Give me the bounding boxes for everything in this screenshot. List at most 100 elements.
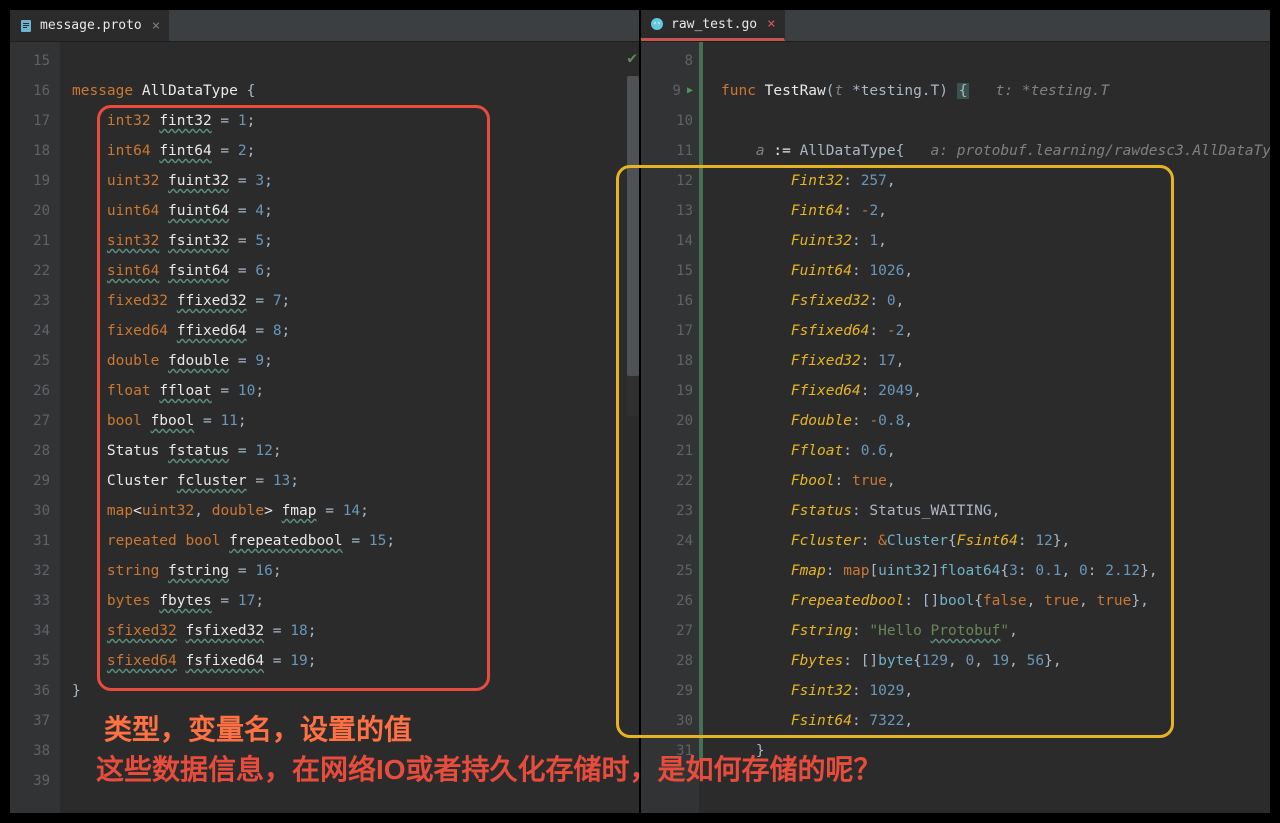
gutter-line-number: 36 bbox=[14, 676, 50, 706]
gutter-line-number: 29 bbox=[645, 676, 693, 706]
gutter-line-number: 25 bbox=[645, 556, 693, 586]
code-line[interactable]: bytes fbytes = 17; bbox=[72, 586, 639, 616]
code-line[interactable]: Fsint64: 7322, bbox=[711, 706, 1270, 736]
gutter-line-number: 21 bbox=[645, 436, 693, 466]
code-line[interactable]: fixed32 ffixed32 = 7; bbox=[72, 286, 639, 316]
gutter-line-number: 37 bbox=[14, 706, 50, 736]
code-line[interactable]: Cluster fcluster = 13; bbox=[72, 466, 639, 496]
code-line[interactable]: sfixed32 fsfixed32 = 18; bbox=[72, 616, 639, 646]
code-line[interactable]: sfixed64 fsfixed64 = 19; bbox=[72, 646, 639, 676]
code-line[interactable] bbox=[72, 736, 639, 766]
code-line[interactable]: sint64 fsint64 = 6; bbox=[72, 256, 639, 286]
code-line[interactable]: sint32 fsint32 = 5; bbox=[72, 226, 639, 256]
gutter-line-number: 23 bbox=[14, 286, 50, 316]
gutter-line-number: 26 bbox=[645, 586, 693, 616]
code-line[interactable]: Fbytes: []byte{129, 0, 19, 56}, bbox=[711, 646, 1270, 676]
file-icon bbox=[18, 18, 34, 34]
gutter-line-number: 38 bbox=[14, 736, 50, 766]
code-line[interactable]: float ffloat = 10; bbox=[72, 376, 639, 406]
code-line[interactable] bbox=[711, 46, 1270, 76]
code-line[interactable]: Ffixed32: 17, bbox=[711, 346, 1270, 376]
right-code-area[interactable]: func TestRaw(t *testing.T) { t: *testing… bbox=[699, 42, 1270, 813]
code-line[interactable]: a := AllDataType{ a: protobuf.learning/r… bbox=[711, 136, 1270, 166]
code-line[interactable]: int32 fint32 = 1; bbox=[72, 106, 639, 136]
left-code-area[interactable]: ✔ message AllDataType { int32 fint32 = 1… bbox=[60, 42, 639, 813]
code-line[interactable] bbox=[711, 106, 1270, 136]
gutter-line-number: 20 bbox=[14, 196, 50, 226]
code-line[interactable]: Fstatus: Status_WAITING, bbox=[711, 496, 1270, 526]
scrollbar-thumb[interactable] bbox=[627, 76, 639, 376]
gutter-line-number: 10 bbox=[645, 106, 693, 136]
code-line[interactable]: fixed64 ffixed64 = 8; bbox=[72, 316, 639, 346]
code-line[interactable]: map<uint32, double> fmap = 14; bbox=[72, 496, 639, 526]
code-line[interactable] bbox=[72, 46, 639, 76]
code-line[interactable]: Fbool: true, bbox=[711, 466, 1270, 496]
tab-message-proto[interactable]: message.proto × bbox=[10, 10, 169, 41]
code-line[interactable]: Fmap: map[uint32]float64{3: 0.1, 0: 2.12… bbox=[711, 556, 1270, 586]
code-line[interactable]: Fstring: "Hello Protobuf", bbox=[711, 616, 1270, 646]
code-line[interactable]: Fuint32: 1, bbox=[711, 226, 1270, 256]
code-line[interactable]: Ffloat: 0.6, bbox=[711, 436, 1270, 466]
code-line[interactable]: Fint64: -2, bbox=[711, 196, 1270, 226]
inspection-ok-icon: ✔ bbox=[627, 48, 637, 67]
gutter-line-number: 24 bbox=[14, 316, 50, 346]
code-line[interactable]: Ffixed64: 2049, bbox=[711, 376, 1270, 406]
code-line[interactable] bbox=[72, 706, 639, 736]
code-line[interactable]: int64 fint64 = 2; bbox=[72, 136, 639, 166]
code-line[interactable]: Fsfixed32: 0, bbox=[711, 286, 1270, 316]
code-line[interactable]: Fuint64: 1026, bbox=[711, 256, 1270, 286]
gutter-line-number: 17 bbox=[14, 106, 50, 136]
gutter-line-number: 28 bbox=[645, 646, 693, 676]
gutter-line-number: 27 bbox=[14, 406, 50, 436]
code-line[interactable]: func TestRaw(t *testing.T) { t: *testing… bbox=[711, 76, 1270, 106]
gutter-line-number: 34 bbox=[14, 616, 50, 646]
right-gutter: 89 ▶101112131415161718192021222324252627… bbox=[641, 42, 699, 813]
tab-label: raw_test.go bbox=[671, 17, 757, 32]
gutter-line-number: 35 bbox=[14, 646, 50, 676]
code-line[interactable]: Fsint32: 1029, bbox=[711, 676, 1270, 706]
gutter-line-number: 23 bbox=[645, 496, 693, 526]
left-editor-body[interactable]: 1516171819202122232425262728293031323334… bbox=[10, 42, 639, 813]
right-editor-body[interactable]: 89 ▶101112131415161718192021222324252627… bbox=[641, 42, 1270, 813]
gutter-line-number: 31 bbox=[14, 526, 50, 556]
ide-container: message.proto × 151617181920212223242526… bbox=[0, 0, 1280, 823]
gutter-line-number: 26 bbox=[14, 376, 50, 406]
code-line[interactable] bbox=[72, 766, 639, 796]
tab-label: message.proto bbox=[40, 18, 142, 33]
code-line[interactable]: Fcluster: &Cluster{Fsint64: 12}, bbox=[711, 526, 1270, 556]
gutter-line-number: 19 bbox=[14, 166, 50, 196]
left-gutter: 1516171819202122232425262728293031323334… bbox=[10, 42, 60, 813]
code-line[interactable]: uint32 fuint32 = 3; bbox=[72, 166, 639, 196]
code-line[interactable]: Status fstatus = 12; bbox=[72, 436, 639, 466]
gutter-line-number: 16 bbox=[645, 286, 693, 316]
code-line[interactable]: uint64 fuint64 = 4; bbox=[72, 196, 639, 226]
gutter-line-number: 28 bbox=[14, 436, 50, 466]
gutter-line-number: 9 ▶ bbox=[645, 76, 693, 106]
tab-raw-test-go[interactable]: raw_test.go × bbox=[641, 10, 785, 41]
right-tab-bar: raw_test.go × bbox=[641, 10, 1270, 42]
go-file-icon bbox=[649, 16, 665, 32]
scrollbar-left[interactable] bbox=[627, 76, 639, 416]
code-line[interactable]: } bbox=[72, 676, 639, 706]
gutter-line-number: 14 bbox=[645, 226, 693, 256]
code-line[interactable]: double fdouble = 9; bbox=[72, 346, 639, 376]
code-line[interactable]: repeated bool frepeatedbool = 15; bbox=[72, 526, 639, 556]
gutter-line-number: 30 bbox=[14, 496, 50, 526]
gutter-line-number: 13 bbox=[645, 196, 693, 226]
gutter-line-number: 21 bbox=[14, 226, 50, 256]
gutter-line-number: 17 bbox=[645, 316, 693, 346]
code-line[interactable]: Fsfixed64: -2, bbox=[711, 316, 1270, 346]
code-line[interactable]: bool fbool = 11; bbox=[72, 406, 639, 436]
code-line[interactable]: string fstring = 16; bbox=[72, 556, 639, 586]
left-tab-bar: message.proto × bbox=[10, 10, 639, 42]
code-line[interactable]: Frepeatedbool: []bool{false, true, true}… bbox=[711, 586, 1270, 616]
code-line[interactable]: } bbox=[711, 736, 1270, 766]
close-icon[interactable]: × bbox=[152, 18, 160, 34]
code-line[interactable]: Fint32: 257, bbox=[711, 166, 1270, 196]
run-test-icon[interactable]: ▶ bbox=[687, 76, 693, 106]
code-line[interactable]: Fdouble: -0.8, bbox=[711, 406, 1270, 436]
right-editor-pane: raw_test.go × 89 ▶1011121314151617181920… bbox=[641, 10, 1270, 813]
code-line[interactable]: message AllDataType { bbox=[72, 76, 639, 106]
close-icon[interactable]: × bbox=[767, 16, 775, 32]
gutter-line-number: 25 bbox=[14, 346, 50, 376]
